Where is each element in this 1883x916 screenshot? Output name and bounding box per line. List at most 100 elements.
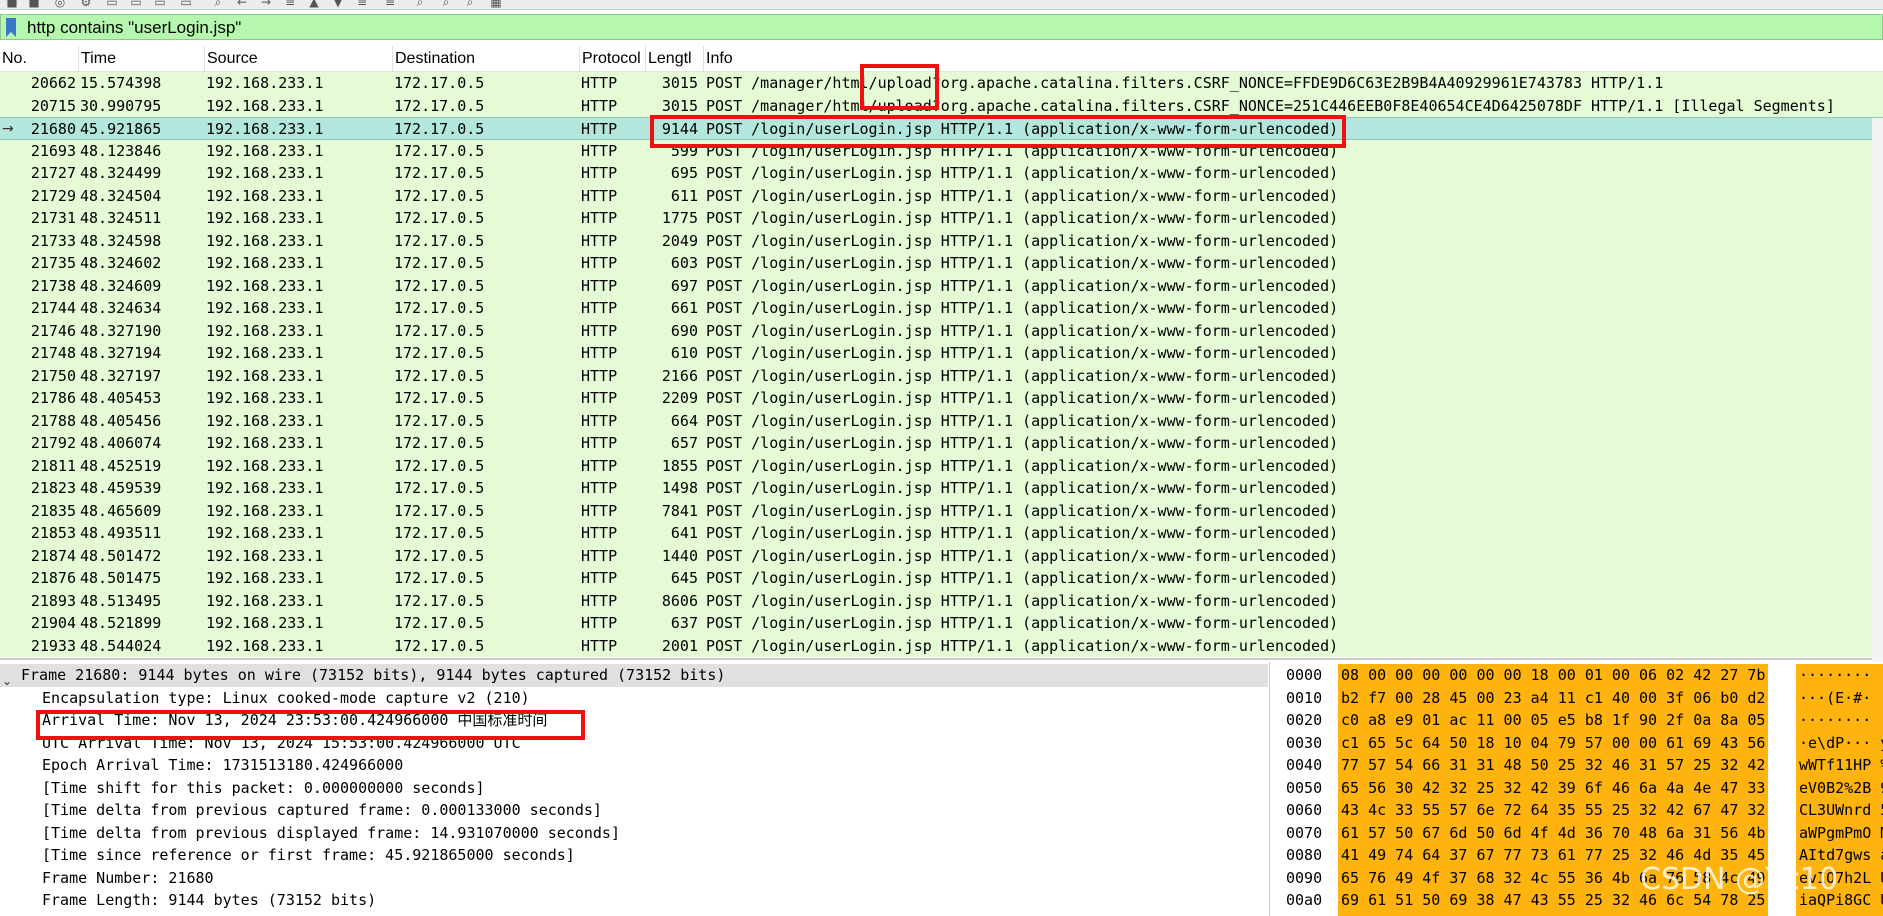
packet-row[interactable]: 21746 48.327190 192.168.233.1 172.17.0.5 HTT… — [0, 319, 1883, 342]
bytes-offset[interactable]: 0090 — [1286, 867, 1322, 890]
packet-row[interactable]: 21835 48.465609 192.168.233.1 172.17.0.5 HTT… — [0, 499, 1883, 522]
restart-capture-icon[interactable]: ■ — [26, 0, 42, 8]
bytes-hex[interactable]: 65 56 30 42 32 25 32 42 39 6f 46 6a 4a 4… — [1338, 776, 1769, 799]
close-file-icon[interactable]: ▭ — [152, 0, 168, 8]
bytes-offset[interactable]: 00a0 — [1286, 889, 1322, 912]
bytes-ascii[interactable]: eV0B2%2B 9oFjJNG3 — [1796, 776, 1883, 799]
packet-row[interactable]: 20715 30.990795 192.168.233.1 172.17.0.5 HTT… — [0, 94, 1883, 117]
packet-row[interactable]: 21811 48.452519 192.168.233.1 172.17.0.5 HTT… — [0, 454, 1883, 477]
detail-field[interactable]: UTC Arrival Time: Nov 13, 2024 15:53:00.… — [42, 732, 521, 755]
column-header-protocol[interactable]: Protocol — [580, 46, 646, 72]
bytes-offset[interactable]: 0050 — [1286, 777, 1322, 800]
find-packet-icon[interactable]: ⌕ — [210, 0, 226, 8]
packet-row[interactable]: 21823 48.459539 192.168.233.1 172.17.0.5 HTT… — [0, 477, 1883, 500]
bytes-offset[interactable]: 0010 — [1286, 687, 1322, 710]
packet-row[interactable]: 21738 48.324609 192.168.233.1 172.17.0.5 HTT… — [0, 274, 1883, 297]
packet-row[interactable]: 20662 15.574398 192.168.233.1 172.17.0.5 HTT… — [0, 72, 1883, 95]
detail-field[interactable]: [Time delta from previous displayed fram… — [42, 822, 620, 845]
packet-row[interactable]: 21731 48.324511 192.168.233.1 172.17.0.5 HTT… — [0, 207, 1883, 230]
open-file-icon[interactable]: ▭ — [104, 0, 120, 8]
packet-list-scrollbar[interactable] — [1872, 118, 1883, 704]
column-header-length[interactable]: Lengtl — [646, 46, 704, 72]
column-header-source[interactable]: Source — [205, 46, 393, 72]
column-header-destination[interactable]: Destination — [393, 46, 580, 72]
packet-row[interactable]: 21727 48.324499 192.168.233.1 172.17.0.5 HTT… — [0, 162, 1883, 185]
stop-capture-icon[interactable]: ■ — [4, 0, 20, 8]
go-back-icon[interactable]: ← — [234, 0, 250, 8]
bytes-offset[interactable]: 0000 — [1286, 664, 1322, 687]
packet-row[interactable]: 21874 48.501472 192.168.233.1 172.17.0.5 HTT… — [0, 544, 1883, 567]
last-packet-icon[interactable]: ▼ — [330, 0, 346, 8]
colorize-icon[interactable]: ≡ — [382, 0, 398, 8]
packet-protocol: HTTP — [581, 96, 618, 115]
bytes-offset[interactable]: 0060 — [1286, 799, 1322, 822]
bytes-offset[interactable]: 0080 — [1286, 844, 1322, 867]
zoom-in-icon[interactable]: ⌕ — [412, 0, 428, 8]
bytes-offset[interactable]: 0030 — [1286, 732, 1322, 755]
display-filter-input[interactable]: http contains "userLogin.jsp" — [27, 19, 241, 37]
detail-field[interactable]: [Time since reference or first frame: 45… — [42, 844, 575, 867]
go-forward-icon[interactable]: → — [258, 0, 274, 8]
detail-frame-summary[interactable]: ⌄ Frame 21680: 9144 bytes on wire (73152 … — [0, 664, 1268, 688]
detail-field[interactable]: Frame Number: 21680 — [42, 867, 214, 890]
bytes-hex[interactable]: 77 57 54 66 31 31 48 50 25 32 46 31 57 2… — [1338, 754, 1769, 777]
detail-field[interactable]: [Time shift for this packet: 0.000000000… — [42, 777, 485, 800]
detail-field[interactable]: Arrival Time: Nov 13, 2024 23:53:00.4249… — [42, 709, 547, 732]
bytes-hex[interactable]: c0 a8 e9 01 ac 11 00 05 e5 b8 1f 90 2f 0… — [1338, 709, 1769, 732]
packet-row[interactable]: → 21680 45.921865 192.168.233.1 172.17.0.5 HT… — [0, 117, 1883, 140]
packet-row[interactable]: 21786 48.405453 192.168.233.1 172.17.0.5 HTT… — [0, 387, 1883, 410]
bytes-hex[interactable]: 32 46 51 36 66 65 32 45 61 63 6e 4c 55 6… — [1338, 911, 1769, 916]
bookmark-icon[interactable] — [5, 18, 17, 37]
packet-row[interactable]: 21933 48.544024 192.168.233.1 172.17.0.5 HTT… — [0, 634, 1883, 657]
detail-field[interactable]: Epoch Arrival Time: 1731513180.424966000 — [42, 754, 403, 777]
reload-icon[interactable]: ▭ — [178, 0, 194, 8]
detail-field[interactable]: Encapsulation type: Linux cooked-mode ca… — [42, 687, 530, 710]
bytes-offset[interactable]: 0020 — [1286, 709, 1322, 732]
bytes-offset[interactable]: 0040 — [1286, 754, 1322, 777]
bytes-hex[interactable]: c1 65 5c 64 50 18 10 04 79 57 00 00 61 6… — [1338, 731, 1769, 754]
bytes-ascii[interactable]: ········ ·····B'{ — [1796, 664, 1883, 687]
detail-field[interactable]: [Time delta from previous captured frame… — [42, 799, 602, 822]
packet-row[interactable]: 21744 48.324634 192.168.233.1 172.17.0.5 HTT… — [0, 297, 1883, 320]
bytes-hex[interactable]: 08 00 00 00 00 00 00 18 00 01 00 06 02 4… — [1338, 664, 1769, 687]
bytes-ascii[interactable]: CL3UWnrd 5U%2BgG2 — [1796, 799, 1883, 822]
packet-row[interactable]: 21693 48.123846 192.168.233.1 172.17.0.5 HTT… — [0, 139, 1883, 162]
bytes-hex[interactable]: 61 57 50 67 6d 50 6d 4f 4d 36 70 48 6a 3… — [1338, 821, 1769, 844]
column-header-info[interactable]: Info — [704, 46, 1883, 72]
packet-row[interactable]: 21904 48.521899 192.168.233.1 172.17.0.5 HTT… — [0, 612, 1883, 635]
settings-icon[interactable]: ⚙ — [78, 0, 94, 8]
first-packet-icon[interactable]: ▲ — [306, 0, 322, 8]
go-to-packet-icon[interactable]: ≡ — [282, 0, 298, 8]
packet-row[interactable]: 21750 48.327197 192.168.233.1 172.17.0.5 HTT… — [0, 364, 1883, 387]
packet-row[interactable]: 21735 48.324602 192.168.233.1 172.17.0.5 HTT… — [0, 252, 1883, 275]
bytes-hex[interactable]: 43 4c 33 55 57 6e 72 64 35 55 25 32 42 6… — [1338, 799, 1769, 822]
bytes-hex[interactable]: b2 f7 00 28 45 00 23 a4 11 c1 40 00 3f 0… — [1338, 686, 1769, 709]
packet-row[interactable]: 21893 48.513495 192.168.233.1 172.17.0.5 HTT… — [0, 589, 1883, 612]
bytes-offset[interactable]: 00b0 — [1286, 912, 1322, 916]
packet-row[interactable]: 21748 48.327194 192.168.233.1 172.17.0.5 HTT… — [0, 342, 1883, 365]
bytes-ascii[interactable]: aWPgmPmO M6pHj1VK — [1796, 821, 1883, 844]
bytes-ascii[interactable]: 2FQ6fe2E acnLUmE6 — [1796, 911, 1883, 916]
capture-options-icon[interactable]: ◎ — [52, 0, 68, 8]
resize-columns-icon[interactable]: ▦ — [488, 0, 504, 8]
autoscroll-icon[interactable]: ≡ — [354, 0, 370, 8]
packet-row[interactable]: 21853 48.493511 192.168.233.1 172.17.0.5 HTT… — [0, 522, 1883, 545]
zoom-out-icon[interactable]: ⌕ — [438, 0, 454, 8]
bytes-ascii[interactable]: ········ ····/··· — [1796, 709, 1883, 732]
bytes-ascii[interactable]: ···(E·#· ··@·?··· — [1796, 686, 1883, 709]
column-header-time[interactable]: Time — [79, 46, 205, 72]
packet-row[interactable]: 21733 48.324598 192.168.233.1 172.17.0.5 HTT… — [0, 229, 1883, 252]
packet-row[interactable]: 21788 48.405456 192.168.233.1 172.17.0.5 HTT… — [0, 409, 1883, 432]
bytes-ascii[interactable]: ·e\dP··· yW··aiCV — [1796, 731, 1883, 754]
detail-field[interactable]: Frame Length: 9144 bytes (73152 bits) — [42, 889, 376, 912]
bytes-ascii[interactable]: wWTf11HP %2F1W%2B — [1796, 754, 1883, 777]
zoom-reset-icon[interactable]: ⌕ — [462, 0, 478, 8]
display-filter-bar[interactable]: http contains "userLogin.jsp" — [0, 14, 1883, 40]
save-file-icon[interactable]: ▭ — [128, 0, 144, 8]
packet-row[interactable]: 21792 48.406074 192.168.233.1 172.17.0.5 HTT… — [0, 432, 1883, 455]
column-header-no[interactable]: No. — [0, 46, 79, 72]
bytes-offset[interactable]: 0070 — [1286, 822, 1322, 845]
packet-row[interactable]: 21876 48.501475 192.168.233.1 172.17.0.5 HTT… — [0, 567, 1883, 590]
expand-toggle-icon[interactable]: ⌄ — [2, 670, 12, 693]
packet-row[interactable]: 21729 48.324504 192.168.233.1 172.17.0.5 HTT… — [0, 184, 1883, 207]
